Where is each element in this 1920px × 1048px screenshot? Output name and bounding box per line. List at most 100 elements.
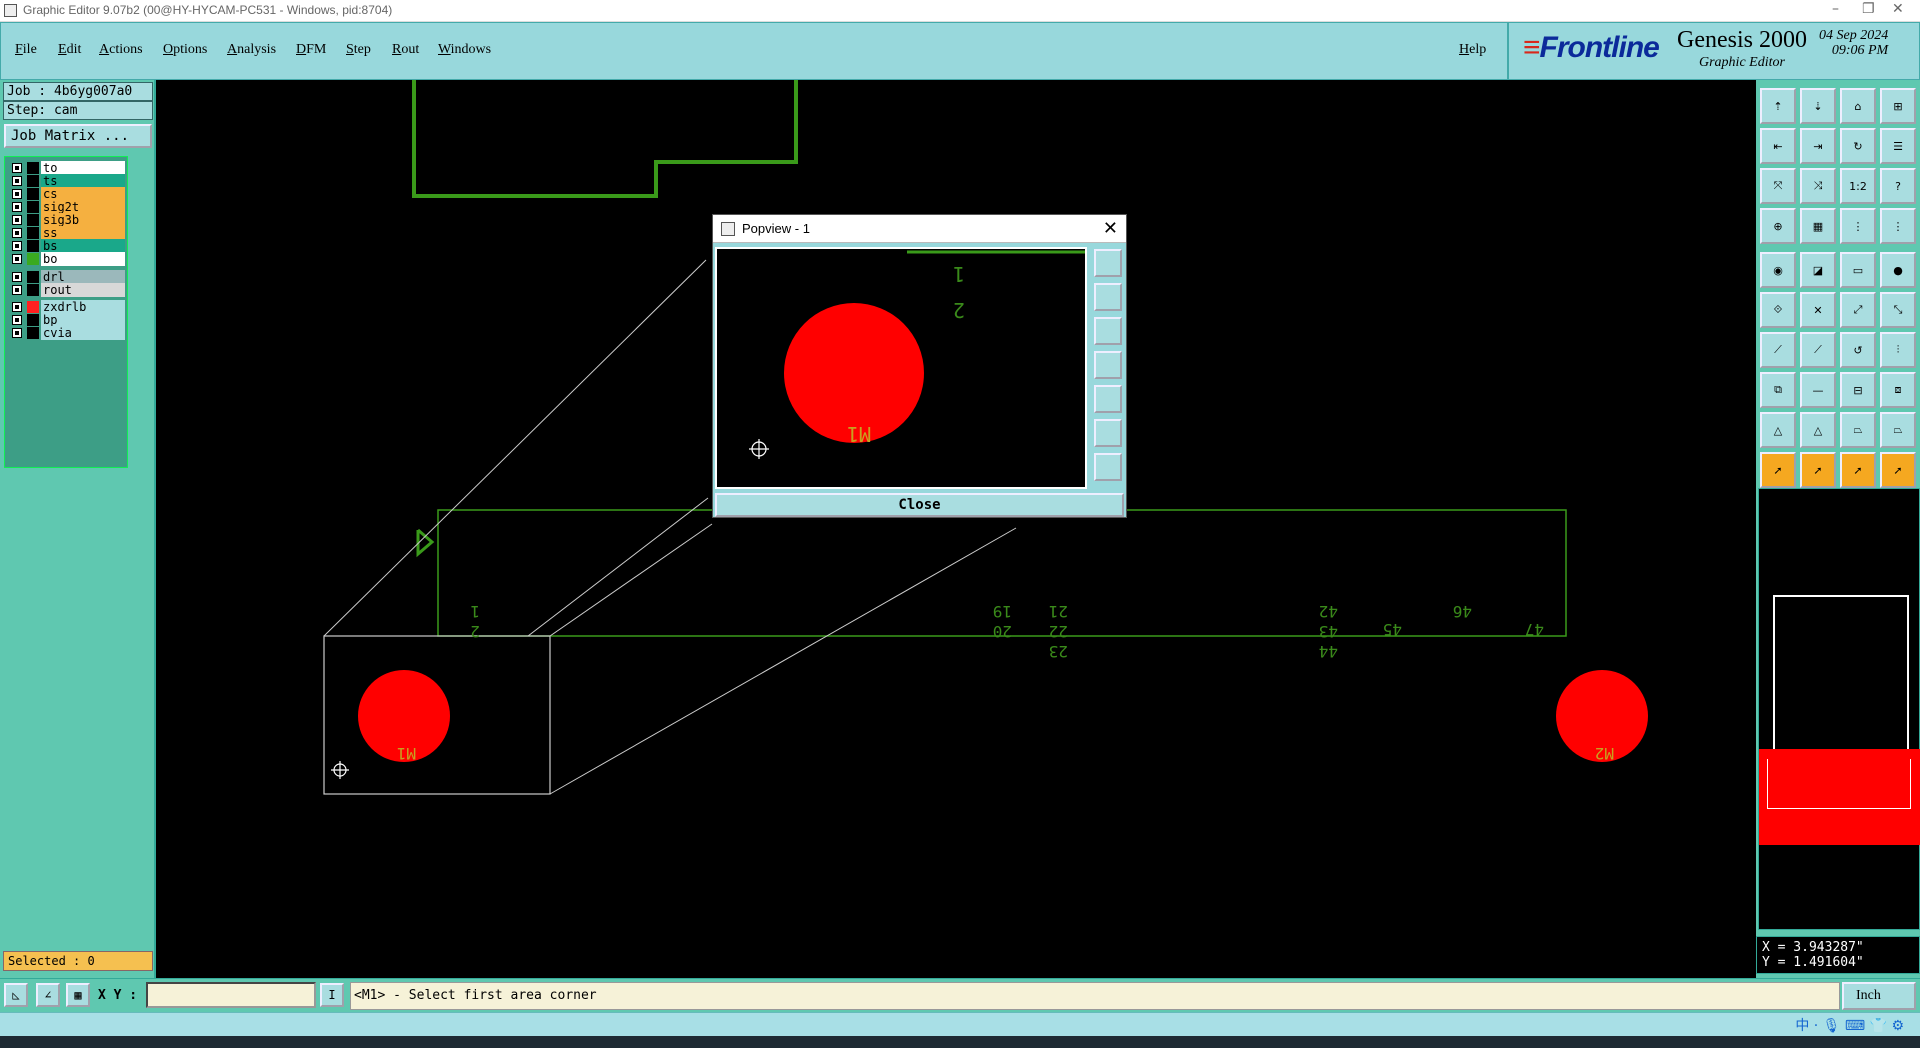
layer-color-swatch[interactable] xyxy=(27,271,39,283)
scale-icon[interactable]: 1:2 xyxy=(1840,168,1876,204)
restore-button[interactable]: ❐ xyxy=(1862,1,1875,17)
pad-icon[interactable]: ◉ xyxy=(1760,252,1796,288)
redraw-icon[interactable]: ↻ xyxy=(1840,128,1876,164)
close-window-button[interactable]: ✕ xyxy=(1892,1,1904,17)
surface-icon[interactable]: ◪ xyxy=(1800,252,1836,288)
layer-row-ss[interactable]: ss xyxy=(8,226,126,240)
menu-step[interactable]: Step xyxy=(346,42,371,58)
layer-color-swatch[interactable] xyxy=(27,214,39,226)
layer-name[interactable]: ss xyxy=(41,226,125,240)
layer-name[interactable]: drl xyxy=(41,270,125,284)
layer-color-swatch[interactable] xyxy=(27,253,39,265)
layer-color-swatch[interactable] xyxy=(27,301,39,313)
popview-fit-icon[interactable] xyxy=(1094,453,1122,481)
layer-row-bp[interactable]: bp xyxy=(8,313,126,327)
layer-row-cvia[interactable]: cvia xyxy=(8,326,126,340)
move-right-icon[interactable]: ⇥ xyxy=(1800,128,1836,164)
grid-icon[interactable]: ▦ xyxy=(66,983,90,1007)
pair-icon[interactable]: ⤡ xyxy=(1880,292,1916,328)
move-group-icon[interactable]: ⧈ xyxy=(1880,372,1916,408)
layer-name[interactable]: rout xyxy=(41,283,125,297)
popview-pan-up-icon[interactable] xyxy=(1094,283,1122,311)
layer-checkbox[interactable] xyxy=(12,302,22,312)
slant-line-icon[interactable]: ⟋ xyxy=(1800,332,1836,368)
extend-icon[interactable]: ⤢ xyxy=(1840,292,1876,328)
bar-icon[interactable]: — xyxy=(1800,372,1836,408)
circle-icon[interactable]: ● xyxy=(1880,252,1916,288)
layer-row-bs[interactable]: bs xyxy=(8,239,126,253)
arrow-up-icon[interactable]: △ xyxy=(1800,412,1836,448)
angle-icon[interactable]: ∠ xyxy=(36,983,60,1007)
layer-checkbox[interactable] xyxy=(12,241,22,251)
trapezoid-alt-icon[interactable]: ⏢ xyxy=(1880,412,1916,448)
resize-icon[interactable]: ⊟ xyxy=(1840,372,1876,408)
layer-row-to[interactable]: to xyxy=(8,161,126,175)
layer-checkbox[interactable] xyxy=(12,228,22,238)
popview-zoom-out-icon[interactable] xyxy=(1094,419,1122,447)
trapezoid-icon[interactable]: ⏢ xyxy=(1840,412,1876,448)
layer-name[interactable]: cvia xyxy=(41,326,125,340)
help-icon[interactable]: ? xyxy=(1880,168,1916,204)
move-left-icon[interactable]: ⇤ xyxy=(1760,128,1796,164)
layer-row-drl[interactable]: drl xyxy=(8,270,126,284)
clip-icon[interactable]: ⊕ xyxy=(1760,208,1796,244)
layer-color-swatch[interactable] xyxy=(27,314,39,326)
pointer-move-icon[interactable]: ➚ xyxy=(1880,452,1916,488)
info-icon[interactable]: I xyxy=(320,983,344,1007)
job-matrix-button[interactable]: Job Matrix ... xyxy=(4,124,152,148)
grid-icon[interactable]: ▦ xyxy=(1800,208,1836,244)
layer-color-swatch[interactable] xyxy=(27,227,39,239)
layer-checkbox[interactable] xyxy=(12,202,22,212)
layer-name[interactable]: bs xyxy=(41,239,125,253)
popview-pan-down-icon[interactable] xyxy=(1094,317,1122,345)
menu-file[interactable]: File xyxy=(15,42,37,58)
split-icon[interactable]: ⫶ xyxy=(1880,332,1916,368)
move-up-icon[interactable]: ⇡ xyxy=(1760,88,1796,124)
delete-icon[interactable]: ✕ xyxy=(1800,292,1836,328)
angle-line-icon[interactable]: ⟋ xyxy=(1760,332,1796,368)
layer-row-rout[interactable]: rout xyxy=(8,283,126,297)
xy-input[interactable] xyxy=(146,982,316,1008)
layer-row-zxdrlb[interactable]: zxdrlb xyxy=(8,300,126,314)
popview-close-icon[interactable]: ✕ xyxy=(1103,218,1118,239)
layer-color-swatch[interactable] xyxy=(27,201,39,213)
minimize-button[interactable]: – xyxy=(1832,1,1839,17)
layer-up-icon[interactable]: ⋮ xyxy=(1840,208,1876,244)
zoom-fit-icon[interactable]: ⤧ xyxy=(1760,168,1796,204)
zoom-area-icon[interactable]: ⤨ xyxy=(1800,168,1836,204)
menu-edit[interactable]: Edit xyxy=(58,42,81,58)
triangle-icon[interactable]: △ xyxy=(1760,412,1796,448)
layer-name[interactable]: sig2t xyxy=(41,200,125,214)
layer-checkbox[interactable] xyxy=(12,163,22,173)
line-icon[interactable]: ▭ xyxy=(1840,252,1876,288)
popview-pan-right-icon[interactable] xyxy=(1094,385,1122,413)
popview-close-button[interactable]: Close xyxy=(715,493,1124,517)
layer-row-cs[interactable]: cs xyxy=(8,187,126,201)
snap-icon[interactable]: ◺ xyxy=(4,983,28,1007)
layer-color-swatch[interactable] xyxy=(27,188,39,200)
menu-help[interactable]: Help xyxy=(1459,42,1486,58)
popview-canvas[interactable]: M1 1 2 xyxy=(715,247,1087,489)
layer-color-swatch[interactable] xyxy=(27,162,39,174)
layer-down-icon[interactable]: ⋮ xyxy=(1880,208,1916,244)
menu-actions[interactable]: Actions xyxy=(99,42,143,58)
layer-row-ts[interactable]: ts xyxy=(8,174,126,188)
ime-toolbar[interactable]: 中 · 🎙 ⌨ 👕 ⚙ xyxy=(1795,1015,1904,1035)
layer-name[interactable]: zxdrlb xyxy=(41,300,125,314)
rotate-icon[interactable]: ↺ xyxy=(1840,332,1876,368)
layer-row-sig2t[interactable]: sig2t xyxy=(8,200,126,214)
move-down-icon[interactable]: ⇣ xyxy=(1800,88,1836,124)
layer-checkbox[interactable] xyxy=(12,189,22,199)
layer-color-swatch[interactable] xyxy=(27,175,39,187)
layer-checkbox[interactable] xyxy=(12,254,22,264)
layer-color-swatch[interactable] xyxy=(27,284,39,296)
home-icon[interactable]: ⌂ xyxy=(1840,88,1876,124)
layer-color-swatch[interactable] xyxy=(27,240,39,252)
list-icon[interactable]: ☰ xyxy=(1880,128,1916,164)
select-alt-icon[interactable]: ➚ xyxy=(1800,452,1836,488)
panels-icon[interactable]: ⊞ xyxy=(1880,88,1916,124)
layer-checkbox[interactable] xyxy=(12,215,22,225)
layer-checkbox[interactable] xyxy=(12,328,22,338)
layer-name[interactable]: to xyxy=(41,161,125,175)
popview-zoom-icon[interactable] xyxy=(1094,249,1122,277)
